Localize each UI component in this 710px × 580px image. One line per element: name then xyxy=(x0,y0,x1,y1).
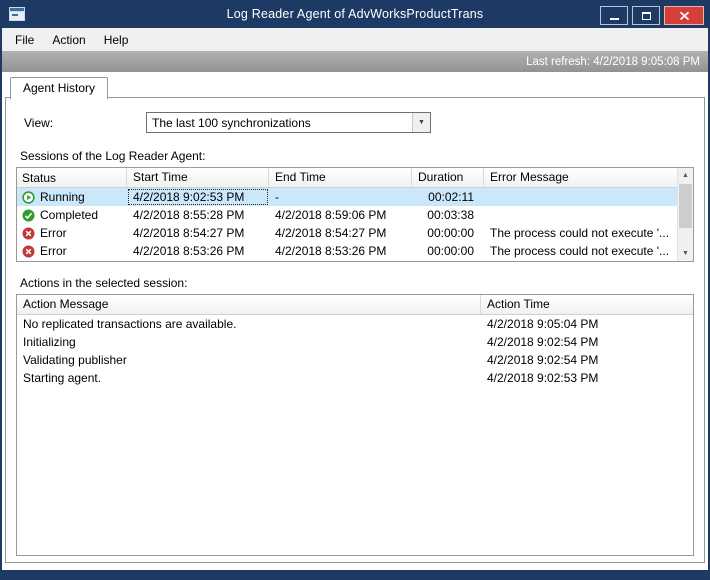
client-area: Agent History View: The last 100 synchro… xyxy=(2,72,708,570)
menu-help[interactable]: Help xyxy=(95,30,138,50)
maximize-button[interactable] xyxy=(632,6,660,25)
scrollbar-thumb[interactable] xyxy=(679,184,692,228)
action-message-cell: Initializing xyxy=(23,335,76,349)
scroll-up-button[interactable]: ▲ xyxy=(678,168,693,183)
start-time-cell: 4/2/2018 8:53:26 PM xyxy=(133,244,245,258)
action-message-cell: Validating publisher xyxy=(23,353,127,367)
status-text: Running xyxy=(40,190,85,204)
error-message-cell: The process could not execute '... xyxy=(490,244,670,258)
end-time-cell: 4/2/2018 8:59:06 PM xyxy=(275,208,387,222)
action-message-cell: No replicated transactions are available… xyxy=(23,317,237,331)
menu-file[interactable]: File xyxy=(6,30,43,50)
running-icon xyxy=(22,190,35,204)
sessions-grid: Status Start Time End Time Duration Erro… xyxy=(16,167,694,262)
completed-icon xyxy=(22,209,35,222)
action-time-cell: 4/2/2018 9:02:53 PM xyxy=(487,371,599,385)
action-time-cell: 4/2/2018 9:02:54 PM xyxy=(487,353,599,367)
session-row-running[interactable]: Running 4/2/2018 9:02:53 PM - 00:02:11 xyxy=(17,188,677,206)
menu-action[interactable]: Action xyxy=(43,30,94,50)
sessions-scrollbar[interactable]: ▲ ▼ xyxy=(677,168,693,261)
end-time-cell: 4/2/2018 8:53:26 PM xyxy=(275,244,387,258)
scroll-up-icon: ▲ xyxy=(682,172,689,179)
action-row[interactable]: Validating publisher 4/2/2018 9:02:54 PM xyxy=(17,351,693,369)
menu-bar: File Action Help xyxy=(2,28,708,51)
duration-cell: 00:03:38 xyxy=(427,208,474,222)
app-icon-bar xyxy=(10,8,24,12)
end-time-cell: - xyxy=(275,190,279,204)
start-time-cell: 4/2/2018 8:54:27 PM xyxy=(133,226,245,240)
start-time-cell: 4/2/2018 9:02:53 PM xyxy=(127,188,269,206)
end-time-cell: 4/2/2018 8:54:27 PM xyxy=(275,226,387,240)
session-row-error-2[interactable]: Error 4/2/2018 8:53:26 PM 4/2/2018 8:53:… xyxy=(17,242,677,260)
error-icon xyxy=(22,245,35,258)
scrollbar-track[interactable] xyxy=(678,183,693,246)
status-text: Error xyxy=(40,244,67,258)
status-text: Completed xyxy=(40,208,99,222)
view-dropdown[interactable]: The last 100 synchronizations ▼ xyxy=(146,112,431,133)
action-row[interactable]: Starting agent. 4/2/2018 9:02:53 PM xyxy=(17,369,693,387)
titlebar: Log Reader Agent of AdvWorksProductTrans xyxy=(2,0,708,28)
column-header-duration[interactable]: Duration xyxy=(412,168,484,187)
error-message-cell xyxy=(484,188,677,206)
sessions-label: Sessions of the Log Reader Agent: xyxy=(20,149,206,163)
duration-cell: 00:00:00 xyxy=(427,244,474,258)
column-header-end-time[interactable]: End Time xyxy=(269,168,412,187)
app-icon-dot xyxy=(12,14,18,16)
duration-cell: 00:02:11 xyxy=(428,190,474,204)
action-message-cell: Starting agent. xyxy=(23,371,102,385)
column-header-start-time[interactable]: Start Time xyxy=(127,168,269,187)
agent-history-page: View: The last 100 synchronizations ▼ Se… xyxy=(5,97,705,563)
minimize-button[interactable] xyxy=(600,6,628,25)
action-time-cell: 4/2/2018 9:02:54 PM xyxy=(487,335,599,349)
minimize-icon xyxy=(609,17,619,20)
close-button[interactable] xyxy=(664,6,704,25)
start-time-cell: 4/2/2018 8:55:28 PM xyxy=(133,208,245,222)
error-message-cell: The process could not execute '... xyxy=(490,226,670,240)
action-row[interactable]: Initializing 4/2/2018 9:02:54 PM xyxy=(17,333,693,351)
session-row-completed[interactable]: Completed 4/2/2018 8:55:28 PM 4/2/2018 8… xyxy=(17,206,677,224)
app-icon xyxy=(9,7,25,21)
session-row-error-1[interactable]: Error 4/2/2018 8:54:27 PM 4/2/2018 8:54:… xyxy=(17,224,677,242)
duration-cell: 00:00:00 xyxy=(427,226,474,240)
status-text: Error xyxy=(40,226,67,240)
view-row: View: The last 100 synchronizations ▼ xyxy=(24,112,694,133)
tab-label: Agent History xyxy=(23,81,96,95)
column-header-status[interactable]: Status xyxy=(17,168,127,187)
sessions-grid-header: Status Start Time End Time Duration Erro… xyxy=(17,168,677,188)
maximize-icon xyxy=(641,11,651,20)
actions-grid: Action Message Action Time No replicated… xyxy=(16,294,694,556)
actions-label: Actions in the selected session: xyxy=(20,276,188,290)
window-controls xyxy=(596,3,708,25)
status-strip: Last refresh: 4/2/2018 9:05:08 PM xyxy=(2,51,708,72)
scroll-down-button[interactable]: ▼ xyxy=(678,246,693,261)
tab-agent-history[interactable]: Agent History xyxy=(10,77,109,99)
tab-strip: Agent History xyxy=(5,77,705,99)
column-header-action-message[interactable]: Action Message xyxy=(17,295,481,314)
error-message-cell xyxy=(484,206,677,224)
sessions-grid-inner: Status Start Time End Time Duration Erro… xyxy=(17,168,677,260)
action-time-cell: 4/2/2018 9:05:04 PM xyxy=(487,317,599,331)
view-label: View: xyxy=(24,115,54,130)
actions-grid-header: Action Message Action Time xyxy=(17,295,693,315)
column-header-action-time[interactable]: Action Time xyxy=(481,295,693,314)
close-icon xyxy=(679,11,689,20)
view-dropdown-value: The last 100 synchronizations xyxy=(152,115,311,130)
chevron-down-icon: ▼ xyxy=(418,119,425,126)
last-refresh-text: Last refresh: 4/2/2018 9:05:08 PM xyxy=(526,55,700,68)
scroll-down-icon: ▼ xyxy=(682,250,689,257)
action-row[interactable]: No replicated transactions are available… xyxy=(17,315,693,333)
column-header-error-message[interactable]: Error Message xyxy=(484,168,677,187)
error-icon xyxy=(22,227,35,240)
view-dropdown-button[interactable]: ▼ xyxy=(412,113,430,132)
window: Log Reader Agent of AdvWorksProductTrans… xyxy=(0,0,710,580)
